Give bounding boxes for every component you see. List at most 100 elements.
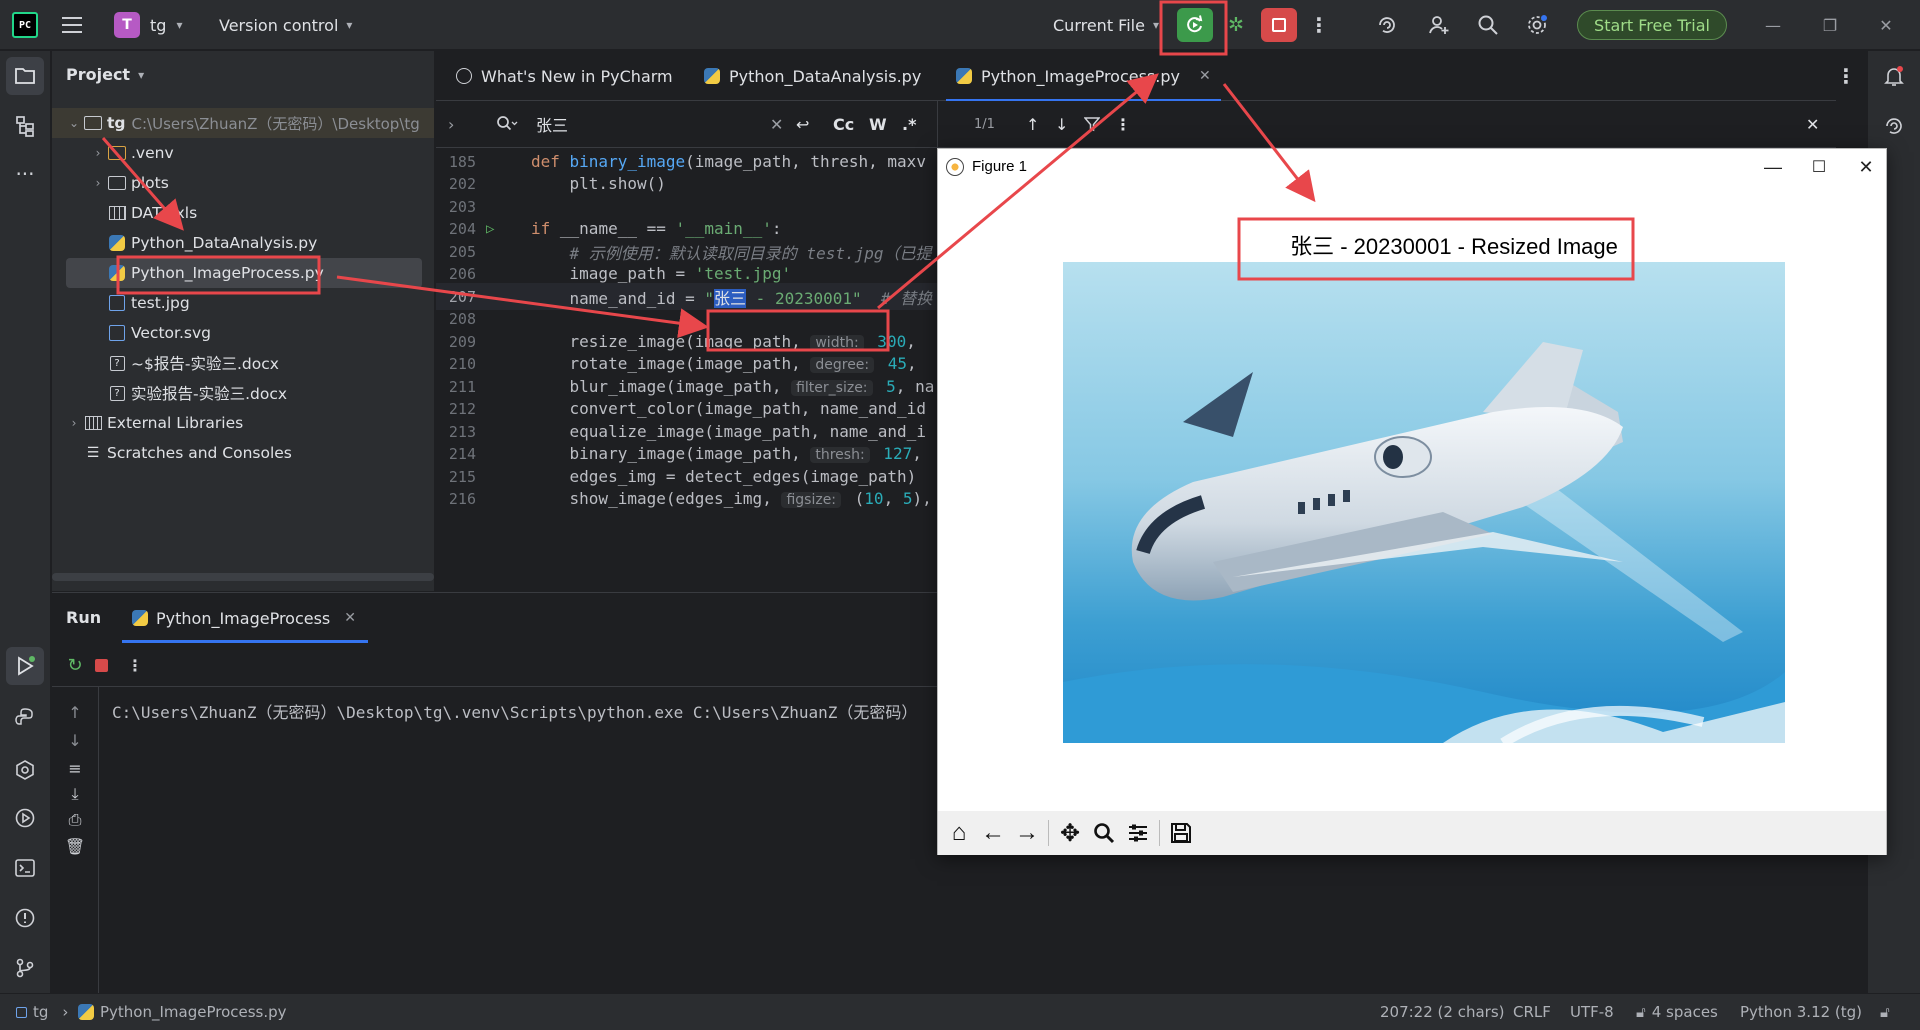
tab-python-dataanalysis[interactable]: Python_DataAnalysis.py: [704, 51, 921, 101]
tab-whats-new[interactable]: What's New in PyCharm: [456, 51, 673, 101]
figure-close-icon[interactable]: ✕: [1846, 153, 1886, 181]
close-find-icon[interactable]: ✕: [1806, 101, 1819, 147]
status-caret-position[interactable]: 207:22 (2 chars): [1380, 994, 1504, 1030]
terminal-icon[interactable]: [6, 849, 44, 887]
status-breadcrumb-file[interactable]: Python_ImageProcess.py: [78, 994, 287, 1030]
rerun-icon[interactable]: ↻: [62, 652, 88, 678]
find-input[interactable]: 张三: [536, 101, 568, 147]
tree-item-report-docx[interactable]: ? 实验报告-实验三.docx: [52, 378, 434, 408]
tree-root-tg[interactable]: ⌄ tg C:\Users\ZhuanZ（无密码）\Desktop\tg: [52, 108, 434, 138]
whole-words-toggle[interactable]: W: [869, 101, 887, 147]
start-free-trial-button[interactable]: Start Free Trial: [1577, 10, 1727, 40]
project-panel-header[interactable]: Project ▾: [66, 65, 144, 84]
tree-item-python-dataanalysis[interactable]: Python_DataAnalysis.py: [52, 228, 434, 258]
find-more-icon[interactable]: ⋮: [1115, 101, 1131, 147]
project-tool-icon[interactable]: [6, 57, 44, 95]
new-line-icon[interactable]: ↩: [796, 101, 809, 147]
figure-title-bar[interactable]: Figure 1 — ☐ ✕: [938, 149, 1886, 185]
print-icon[interactable]: ⎙: [62, 807, 88, 833]
close-tab-icon[interactable]: ✕: [1199, 68, 1211, 84]
status-indent[interactable]: 🔓︎ 4 spaces: [1636, 994, 1718, 1030]
run-tab-python-imageprocess[interactable]: Python_ImageProcess ✕: [122, 593, 368, 643]
match-case-toggle[interactable]: Cc: [833, 101, 854, 147]
main-menu-icon[interactable]: [58, 12, 86, 38]
settings-gear-icon[interactable]: [1522, 10, 1552, 40]
stop-run-icon[interactable]: [88, 652, 114, 678]
project-badge: T: [114, 12, 140, 38]
code-editor[interactable]: 185 def binary_image(image_path, thresh,…: [436, 148, 937, 591]
tab-python-imageprocess[interactable]: Python_ImageProcess.py ✕: [946, 51, 1221, 102]
configure-subplots-icon[interactable]: [1121, 816, 1155, 850]
next-occurrence-icon[interactable]: ↓: [1055, 101, 1068, 147]
ai-chat-icon[interactable]: [1875, 107, 1913, 145]
pan-icon[interactable]: ✥: [1053, 816, 1087, 850]
debug-icon[interactable]: ✲: [1220, 10, 1252, 40]
status-project[interactable]: tg ›: [16, 994, 68, 1030]
pycharm-logo-icon[interactable]: PC: [12, 12, 38, 38]
tree-item-external-libraries[interactable]: › External Libraries: [52, 408, 434, 438]
close-run-tab-icon[interactable]: ✕: [344, 610, 356, 626]
tree-item-venv[interactable]: › .venv: [52, 138, 434, 168]
filter-icon[interactable]: [1084, 101, 1100, 147]
horizontal-scrollbar[interactable]: [52, 573, 434, 581]
zoom-icon[interactable]: [1087, 816, 1121, 850]
more-actions-icon[interactable]: ⋮: [1304, 10, 1334, 40]
match-count: 1/1: [974, 116, 995, 132]
close-window-icon[interactable]: ✕: [1866, 10, 1906, 40]
notifications-bell-icon[interactable]: [1875, 57, 1913, 95]
console-output[interactable]: C:\Users\ZhuanZ（无密码）\Desktop\tg\.venv\Sc…: [112, 699, 917, 723]
tree-item-test-jpg[interactable]: test.jpg: [52, 288, 434, 318]
ai-assistant-icon[interactable]: [1372, 10, 1402, 40]
problems-icon[interactable]: [6, 899, 44, 937]
python-packages-icon[interactable]: [6, 699, 44, 737]
regex-toggle[interactable]: .*: [902, 101, 916, 147]
tree-item-plots[interactable]: › plots: [52, 168, 434, 198]
previous-occurrence-icon[interactable]: ↑: [1026, 101, 1039, 147]
tree-item-data-xls[interactable]: DATA.xls: [52, 198, 434, 228]
save-figure-icon[interactable]: [1164, 816, 1198, 850]
tree-item-temp-docx[interactable]: ? ~$报告-实验三.docx: [52, 348, 434, 378]
restore-window-icon[interactable]: ❐: [1810, 10, 1850, 40]
scroll-to-end-icon[interactable]: ⤓: [62, 781, 88, 807]
status-readonly-icon[interactable]: 🔓︎: [1880, 994, 1890, 1030]
tree-item-python-imageprocess[interactable]: Python_ImageProcess.py: [66, 258, 422, 288]
minimize-window-icon[interactable]: —: [1753, 10, 1793, 40]
run-gutter-icon[interactable]: ▷: [486, 221, 494, 237]
services-icon[interactable]: [6, 751, 44, 789]
tree-item-vector-svg[interactable]: Vector.svg: [52, 318, 434, 348]
git-icon[interactable]: [6, 949, 44, 987]
add-user-icon[interactable]: [1424, 10, 1454, 40]
line-number: 212: [448, 399, 476, 418]
figure-maximize-icon[interactable]: ☐: [1799, 153, 1839, 181]
search-history-icon[interactable]: [496, 101, 518, 147]
more-tools-icon[interactable]: ···: [6, 155, 44, 193]
run-more-icon[interactable]: ⋮: [122, 652, 148, 678]
project-selector[interactable]: T tg ▾: [114, 11, 182, 39]
run-tool-icon[interactable]: [6, 647, 44, 685]
expand-replace-icon[interactable]: ›: [448, 101, 454, 147]
version-control-menu[interactable]: Version control ▾: [219, 11, 352, 39]
rerun-button[interactable]: [1177, 8, 1213, 42]
forward-arrow-icon[interactable]: →: [1010, 816, 1044, 850]
scroll-up-icon[interactable]: ↑: [62, 699, 88, 725]
structure-tool-icon[interactable]: [6, 107, 44, 145]
home-icon[interactable]: ⌂: [942, 816, 976, 850]
tabs-more-icon[interactable]: ⋮: [1836, 51, 1856, 101]
toolbar-divider: [1159, 820, 1160, 846]
scroll-down-icon[interactable]: ↓: [62, 727, 88, 753]
stop-button[interactable]: [1261, 8, 1297, 42]
tree-item-label: 实验报告-实验三.docx: [131, 385, 288, 403]
status-interpreter[interactable]: Python 3.12 (tg): [1740, 994, 1862, 1030]
clear-search-icon[interactable]: ✕: [770, 101, 783, 147]
parameter-hint: degree:: [810, 357, 875, 373]
back-arrow-icon[interactable]: ←: [976, 816, 1010, 850]
soft-wrap-icon[interactable]: ≡: [62, 755, 88, 781]
tree-item-scratches[interactable]: ☰ Scratches and Consoles: [52, 438, 434, 468]
search-icon[interactable]: [1473, 10, 1503, 40]
clear-console-icon[interactable]: 🗑: [62, 833, 88, 859]
figure-minimize-icon[interactable]: —: [1753, 153, 1793, 181]
services-run-icon[interactable]: [6, 799, 44, 837]
status-line-separator[interactable]: CRLF: [1513, 994, 1551, 1030]
run-configuration-selector[interactable]: Current File ▾: [1053, 11, 1159, 39]
status-encoding[interactable]: UTF-8: [1570, 994, 1614, 1030]
